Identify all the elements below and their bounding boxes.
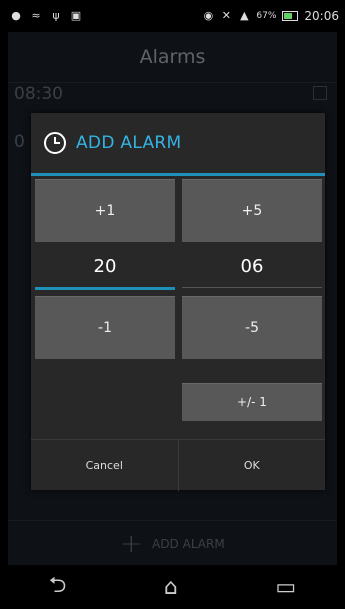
navigation-bar: ⮌ ⌂ ▭ [0,565,345,609]
battery-percent: 67% [256,11,277,21]
battery-icon [282,11,299,21]
dialog-title: ADD ALARM [76,133,182,153]
status-bar: ● ≈ ψ ▣ ◉ ✕ ▲ 67% 20:06 [0,0,345,32]
back-icon[interactable]: ⮌ [49,568,67,606]
hour-value[interactable]: 20 [35,256,175,277]
minute-field-underline [182,287,322,288]
ok-button[interactable]: OK [179,440,326,491]
eye-icon: ◉ [203,9,214,22]
cancel-button[interactable]: Cancel [31,440,178,491]
recents-icon[interactable]: ▭ [275,575,296,600]
notification-icon: ● [11,9,21,22]
dialog-header: ADD ALARM [31,113,325,176]
toggle-step-button[interactable]: +/- 1 [182,383,322,421]
dialog-footer: Cancel OK [31,439,325,491]
image-icon: ▣ [70,9,82,22]
mute-icon: ✕ [221,9,231,22]
hour-minus-button[interactable]: -1 [35,296,175,359]
status-time: 20:06 [304,9,339,23]
clock-icon [44,132,66,154]
hour-plus-button[interactable]: +1 [35,179,175,242]
home-icon[interactable]: ⌂ [164,575,178,600]
signal-icon: ▲ [240,9,249,22]
hour-field-underline [35,287,175,290]
minute-minus-button[interactable]: -5 [182,296,322,359]
signal-wave-icon: ≈ [31,9,41,22]
minute-value[interactable]: 06 [182,256,322,277]
minute-plus-button[interactable]: +5 [182,179,322,242]
usb-icon: ψ [52,9,60,22]
add-alarm-dialog: ADD ALARM +1 +5 20 06 -1 -5 +/- 1 Cancel… [31,113,325,491]
